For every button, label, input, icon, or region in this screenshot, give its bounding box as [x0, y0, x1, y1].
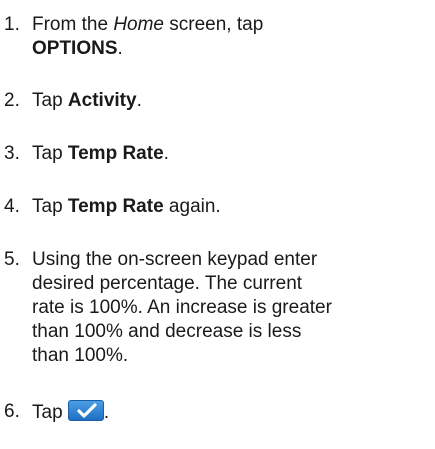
checkmark-icon: [77, 403, 97, 418]
step-text: Tap Temp Rate again.: [32, 196, 221, 217]
step-text: From the Home screen, tap OPTIONS.: [32, 14, 264, 59]
screen-name: Home: [113, 14, 164, 35]
step-text: Tap Activity.: [32, 90, 142, 111]
checkmark-button-icon: [67, 400, 104, 421]
step-number: 3.: [4, 143, 20, 164]
temp-rate-label: Temp Rate: [67, 196, 164, 217]
instruction-list: 1. From the Home screen, tap OPTIONS. 2.…: [0, 0, 435, 449]
step-number: 1.: [4, 14, 20, 35]
step-number: 2.: [4, 90, 20, 111]
step-text: Tap Temp Rate.: [32, 143, 169, 164]
step-text: Tap .: [32, 400, 110, 423]
step-number: 4.: [4, 196, 20, 217]
step-text: Using the on-screen keypad enter desired…: [32, 249, 332, 366]
step-number: 6.: [4, 401, 20, 422]
options-label: OPTIONS: [32, 38, 118, 59]
temp-rate-label: Temp Rate: [67, 143, 164, 164]
activity-label: Activity: [67, 90, 137, 111]
step-number: 5.: [4, 249, 20, 270]
